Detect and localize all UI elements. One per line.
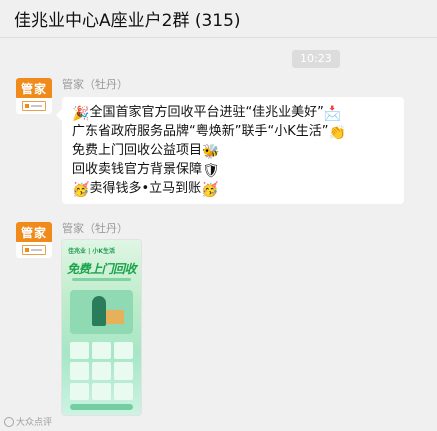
poster-brand: 佳兆业 | 小K生活 xyxy=(68,248,116,255)
message-line: 🥳卖得钱多•立马到账🥳 xyxy=(72,181,219,198)
party-popper-icon: 🎉 xyxy=(72,106,90,122)
sender-name: 管家（牡丹） xyxy=(62,78,128,91)
bee-icon: 🐝 xyxy=(202,144,220,160)
avatar-label: 管家 xyxy=(16,78,52,98)
sender-avatar[interactable]: 管家 xyxy=(16,78,52,114)
poster-person-icon xyxy=(92,296,106,326)
message-line: 回收卖钱官方背景保障🛡 xyxy=(72,162,220,179)
party-face-icon: 🥳 xyxy=(72,182,90,198)
poster-grid-cell xyxy=(70,382,89,400)
shield-icon: 🛡 xyxy=(202,163,220,179)
envelope-icon: 📩 xyxy=(323,106,342,122)
poster-grid-cell xyxy=(92,362,111,380)
poster-grid-cell xyxy=(70,362,89,380)
watermark-text: 大众点评 xyxy=(16,418,53,428)
poster-headline: 免费上门回收 xyxy=(66,262,137,276)
poster-grid-cell xyxy=(114,362,133,380)
poster-subtitle-bar xyxy=(72,278,131,281)
poster-box-icon xyxy=(106,310,124,324)
image-message[interactable]: 佳兆业 | 小K生活 免费上门回收 xyxy=(62,240,141,415)
message-line: 广东省政府服务品牌“粤焕新”联手“小K生活”👏 xyxy=(72,124,346,141)
sender-name: 管家（牡丹） xyxy=(62,222,128,235)
clapping-hands-icon: 👏 xyxy=(328,125,346,141)
poster-footer-bar xyxy=(70,404,133,410)
poster-grid-cell xyxy=(92,342,111,360)
message-line: 免费上门回收公益项目🐝 xyxy=(72,143,220,160)
avatar-logo-icon xyxy=(16,98,52,114)
poster-grid-cell xyxy=(114,382,133,400)
avatar-label: 管家 xyxy=(16,222,52,242)
poster-grid-cell xyxy=(114,342,133,360)
watermark: 大众点评 xyxy=(4,415,52,428)
poster-item-grid xyxy=(70,342,133,400)
party-face-icon: 🥳 xyxy=(201,182,219,198)
message-timestamp: 10:23 xyxy=(292,50,340,68)
chat-title-bar: 佳兆业中心A座业户2群 (315) xyxy=(0,0,437,38)
poster-grid-cell xyxy=(70,342,89,360)
poster-grid-cell xyxy=(92,382,111,400)
avatar-logo-icon xyxy=(16,242,52,258)
message-line: 🎉全国首家官方回收平台进驻“佳兆业美好”📩 xyxy=(72,105,342,122)
text-message-bubble[interactable]: 🎉全国首家官方回收平台进驻“佳兆业美好”📩 广东省政府服务品牌“粤焕新”联手“小… xyxy=(56,97,404,204)
watermark-logo-icon xyxy=(4,416,14,427)
sender-avatar[interactable]: 管家 xyxy=(16,222,52,258)
chat-window: 佳兆业中心A座业户2群 (315) 10:23 管家 管家（牡丹） 🎉全国首家官… xyxy=(0,0,437,431)
chat-title: 佳兆业中心A座业户2群 (315) xyxy=(14,11,241,31)
